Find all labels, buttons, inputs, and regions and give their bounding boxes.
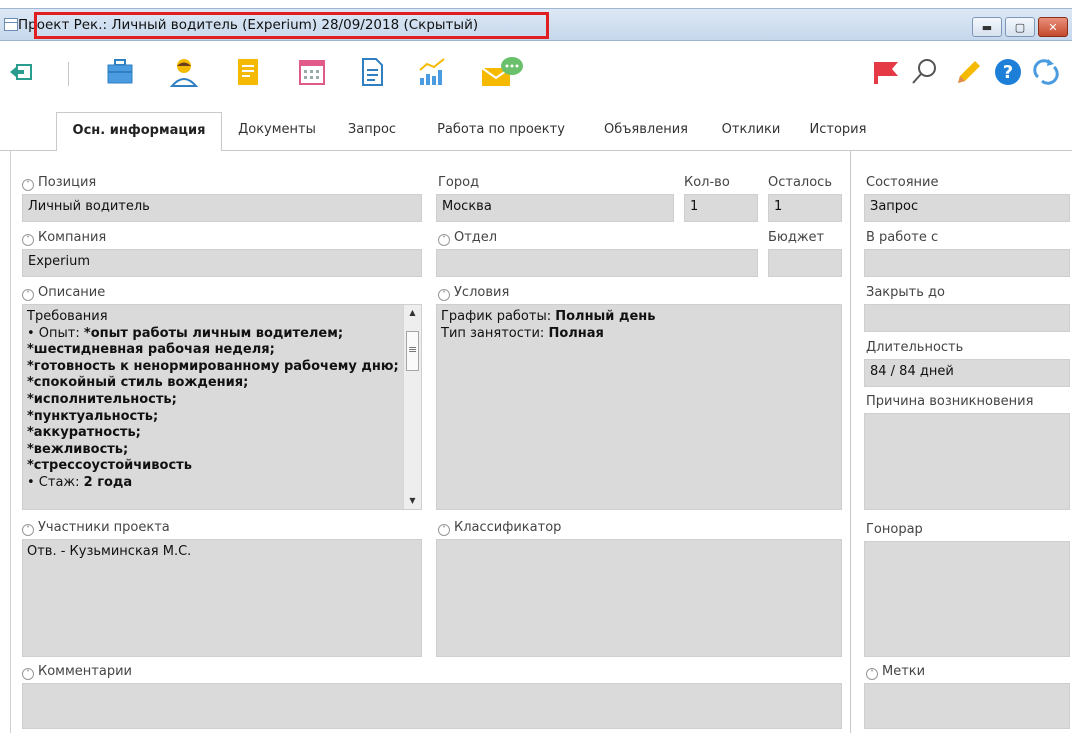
tab-main-info[interactable]: Осн. информация — [56, 112, 222, 151]
search-icon[interactable] — [908, 56, 940, 88]
company-field[interactable]: Experium — [22, 249, 422, 277]
city-label: Город — [438, 175, 480, 190]
briefcase-icon[interactable] — [104, 56, 136, 88]
tab-ads[interactable]: Объявления — [590, 112, 702, 150]
chevron-down-icon[interactable]: ˅ — [22, 668, 34, 680]
window-icon — [4, 18, 18, 31]
position-field[interactable]: Личный водитель — [22, 194, 422, 222]
in-work-since-label: В работе с — [866, 230, 939, 245]
scroll-down-icon[interactable]: ▼ — [404, 493, 421, 509]
company-label: ˅ Компания — [22, 230, 106, 246]
participants-field[interactable]: Отв. - Кузьминская М.С. — [22, 539, 422, 657]
description-line: *пунктуальность; — [27, 408, 159, 424]
description-scrollbar[interactable]: ▲ ▼ — [403, 305, 421, 509]
svg-text:?: ? — [1003, 62, 1013, 83]
description-line: *спокойный стиль вождения; — [27, 375, 249, 391]
state-label: Состояние — [866, 175, 939, 190]
city-field[interactable]: Москва — [436, 194, 674, 222]
remaining-field[interactable]: 1 — [768, 194, 842, 222]
scroll-up-icon[interactable]: ▲ — [404, 305, 421, 321]
description-line: *стрессоустойчивость — [27, 458, 192, 474]
tab-documents[interactable]: Документы — [222, 112, 332, 150]
tab-request[interactable]: Запрос — [332, 112, 412, 150]
title-bar: Проект Рек.: Личный водитель (Experium) … — [0, 8, 1072, 41]
duration-label: Длительность — [866, 340, 964, 355]
department-label: ˅ Отдел — [438, 230, 497, 246]
classifier-label: ˅ Классификатор — [438, 520, 561, 536]
chevron-down-icon[interactable]: ˅ — [438, 524, 450, 536]
chevron-down-icon[interactable]: ˅ — [22, 179, 34, 191]
budget-field[interactable] — [768, 249, 842, 277]
close-button[interactable]: ✕ — [1038, 17, 1068, 37]
in-work-since-field[interactable] — [864, 249, 1070, 277]
classifier-field[interactable] — [436, 539, 842, 657]
mail-chat-icon[interactable] — [480, 56, 524, 88]
fee-label: Гонорар — [866, 522, 923, 537]
description-heading: Требования — [27, 309, 108, 324]
chevron-down-icon[interactable]: ˅ — [438, 234, 450, 246]
duration-field[interactable]: 84 / 84 дней — [864, 359, 1070, 387]
description-stage: • Стаж: 2 года — [27, 474, 133, 490]
chevron-down-icon[interactable]: ˅ — [438, 289, 450, 301]
quantity-label: Кол-во — [684, 175, 730, 190]
conditions-employment: Тип занятости: Полная — [441, 325, 604, 341]
department-field[interactable] — [436, 249, 758, 277]
fee-field[interactable] — [864, 541, 1070, 657]
pencil-icon[interactable] — [952, 56, 984, 88]
title-highlight-box — [34, 12, 549, 39]
tab-bar: Осн. информация Документы Запрос Работа … — [56, 112, 876, 151]
tab-responses[interactable]: Отклики — [702, 112, 800, 150]
flag-icon[interactable] — [870, 56, 902, 88]
description-line: *шестидневная рабочая неделя; — [27, 342, 275, 358]
description-label: ˅ Описание — [22, 285, 105, 301]
quantity-field[interactable]: 1 — [684, 194, 758, 222]
budget-label: Бюджет — [768, 230, 825, 245]
person-icon[interactable] — [168, 56, 200, 88]
document-icon[interactable] — [356, 56, 388, 88]
state-field[interactable]: Запрос — [864, 194, 1070, 222]
notes-icon[interactable] — [232, 56, 264, 88]
conditions-schedule: График работы: Полный день — [441, 309, 656, 324]
panel-divider — [850, 151, 851, 733]
tab-project-work[interactable]: Работа по проекту — [412, 112, 590, 150]
calendar-icon[interactable] — [296, 56, 328, 88]
chevron-down-icon[interactable]: ˅ — [866, 668, 878, 680]
remaining-label: Осталось — [768, 175, 832, 190]
description-line: *исполнительность; — [27, 391, 177, 407]
refresh-icon[interactable] — [1030, 56, 1062, 88]
reason-label: Причина возникновения — [866, 394, 1034, 409]
description-field[interactable]: Требования • Опыт: *опыт работы личным в… — [22, 304, 422, 510]
tags-label: ˅ Метки — [866, 664, 925, 680]
back-icon[interactable] — [6, 56, 38, 88]
reason-field[interactable] — [864, 413, 1070, 510]
comments-label: ˅ Комментарии — [22, 664, 132, 680]
chevron-down-icon[interactable]: ˅ — [22, 234, 34, 246]
scroll-thumb[interactable] — [406, 331, 419, 371]
help-icon[interactable]: ? — [992, 56, 1024, 88]
description-line: *вежливость; — [27, 441, 129, 457]
comments-field[interactable] — [22, 683, 842, 729]
conditions-field[interactable]: График работы: Полный день Тип занятости… — [436, 304, 842, 510]
content-left-border — [10, 151, 11, 733]
maximize-button[interactable]: ▢ — [1005, 17, 1035, 37]
participants-label: ˅ Участники проекта — [22, 520, 170, 536]
toolbar: ? — [0, 52, 1072, 96]
description-experience: • Опыт: *опыт работы личным водителем; — [27, 325, 344, 341]
description-line: *готовность к ненормированному рабочему … — [27, 358, 399, 374]
close-by-field[interactable] — [864, 304, 1070, 332]
minimize-button[interactable]: ▬ — [972, 17, 1002, 37]
conditions-label: ˅ Условия — [438, 285, 509, 301]
chevron-down-icon[interactable]: ˅ — [22, 289, 34, 301]
position-label: ˅ Позиция — [22, 175, 96, 191]
stats-icon[interactable] — [416, 56, 448, 88]
chevron-down-icon[interactable]: ˅ — [22, 524, 34, 536]
toolbar-separator — [68, 62, 69, 86]
tab-history[interactable]: История — [800, 112, 876, 150]
tags-field[interactable] — [864, 683, 1070, 729]
description-line: *аккуратность; — [27, 425, 141, 441]
close-by-label: Закрыть до — [866, 285, 945, 300]
